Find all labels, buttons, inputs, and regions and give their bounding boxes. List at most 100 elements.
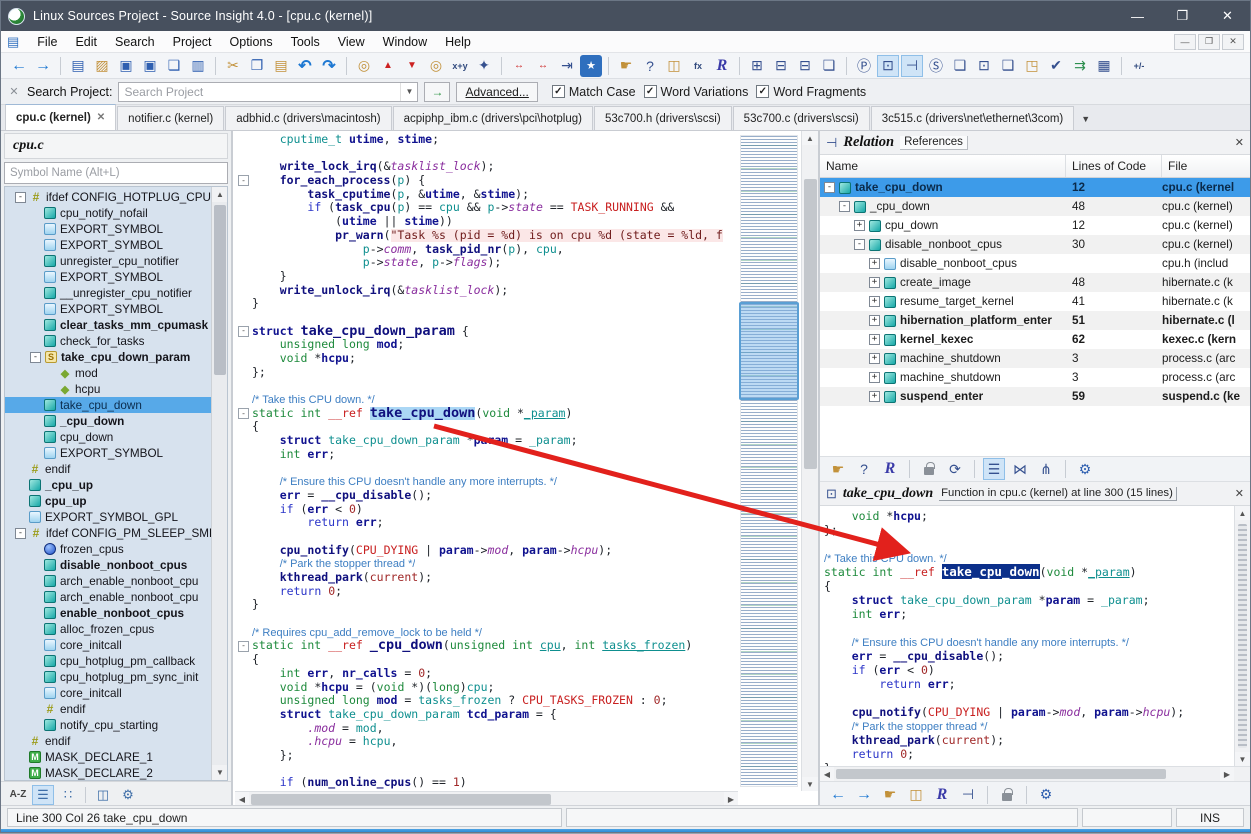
code-editor[interactable]: cputime_t utime, stime; write_lock_irq(&… — [235, 131, 818, 807]
relation-row-hibernation-platform-enter[interactable]: + hibernation_platform_enter 51 hibernate.c… — [820, 311, 1250, 330]
clip-window-button[interactable]: ❑ — [997, 55, 1019, 77]
save-button[interactable]: ▣ — [115, 55, 137, 77]
scroll-thumb[interactable] — [251, 794, 551, 805]
tree-expand-icon[interactable]: + — [869, 315, 880, 326]
search-files-button[interactable]: ◎ — [425, 55, 447, 77]
favorites-button[interactable]: ★ — [580, 54, 602, 77]
menu-view[interactable]: View — [329, 33, 374, 51]
symbol-item-cpu-hotplug-pm-callback[interactable]: cpu_hotplug_pm_callback — [5, 653, 211, 669]
symbol-item-endif[interactable]: # endif — [5, 733, 211, 749]
scroll-thumb[interactable] — [804, 179, 817, 469]
preview-horizontal-scrollbar[interactable]: ◀ ▶ — [820, 766, 1250, 781]
symbol-item-enable-nonboot-cpus[interactable]: enable_nonboot_cpus — [5, 605, 211, 621]
symbol-info-button[interactable]: ? — [639, 55, 661, 77]
tree-expand-icon[interactable]: + — [869, 353, 880, 364]
menu-search[interactable]: Search — [106, 33, 164, 51]
symbol-item-ifdef-config-hotplug-cpu[interactable]: - # ifdef CONFIG_HOTPLUG_CPU — [5, 189, 211, 205]
tree-expand-icon[interactable]: - — [854, 239, 865, 250]
fold-minus-icon[interactable]: - — [238, 640, 249, 652]
tab-cpu-c-kernel[interactable]: cpu.c (kernel) ✕ — [5, 104, 117, 130]
window-full-button[interactable]: ⊟ — [770, 55, 792, 77]
relation-close-icon[interactable]: ✕ — [1235, 136, 1244, 149]
view-groups-button[interactable]: ∷ — [57, 785, 79, 805]
cut-button[interactable]: ✂ — [222, 55, 244, 77]
new-file-button[interactable]: ▤ — [67, 55, 89, 77]
contents-book-button[interactable]: ◫ — [92, 785, 114, 805]
search-go-button[interactable]: → — [424, 81, 451, 102]
tab-53c700-c-drivers-scsi[interactable]: 53c700.c (drivers\scsi) — [732, 106, 870, 130]
generate-output-button[interactable]: ◳ — [1021, 55, 1043, 77]
settings-gear-button[interactable]: ⚙ — [1074, 458, 1096, 480]
view-graph-horizontal-button[interactable]: ⋈ — [1009, 458, 1031, 480]
scroll-up-icon[interactable]: ▲ — [212, 187, 227, 202]
save-as-button[interactable]: ▣ — [139, 55, 161, 77]
symbol-item-take-cpu-down[interactable]: take_cpu_down — [5, 397, 211, 413]
tree-expand-icon[interactable]: + — [869, 372, 880, 383]
minimize-button[interactable]: — — [1115, 1, 1160, 31]
relation-row-disable-nonboot-cpus[interactable]: + disable_nonboot_cpus cpu.h (includ — [820, 254, 1250, 273]
scroll-up-icon[interactable]: ▲ — [1235, 506, 1250, 520]
check-marks-button[interactable]: ✔ — [1045, 55, 1067, 77]
tree-expand-icon[interactable]: - — [839, 201, 850, 212]
option-word-fragments[interactable]: ✓ Word Fragments — [756, 85, 866, 99]
menu-tools[interactable]: Tools — [282, 33, 329, 51]
tree-expand-icon[interactable]: + — [869, 296, 880, 307]
search-backward-button[interactable]: ▼ — [401, 55, 423, 77]
menu-help[interactable]: Help — [436, 33, 480, 51]
browse-hand-button[interactable]: ☛ — [827, 458, 849, 480]
tab-3c515-c-drivers-net-ethernet-3com[interactable]: 3c515.c (drivers\net\ethernet\3com) — [870, 106, 1075, 130]
contents-book-button[interactable]: ◫ — [905, 784, 927, 806]
symbol-item-cpu-down[interactable]: _cpu_down — [5, 413, 211, 429]
relation-row-cpu-down[interactable]: - _cpu_down 48 cpu.c (kernel) — [820, 197, 1250, 216]
scroll-down-icon[interactable]: ▼ — [802, 777, 818, 791]
r-logo-button[interactable]: R — [711, 55, 733, 77]
scroll-down-icon[interactable]: ▼ — [212, 765, 227, 780]
compare-button[interactable]: ⇉ — [1069, 55, 1091, 77]
symbol-item-export-symbol[interactable]: EXPORT_SYMBOL — [5, 237, 211, 253]
symbol-item-cpu-hotplug-pm-sync-init[interactable]: cpu_hotplug_pm_sync_init — [5, 669, 211, 685]
parse-button[interactable]: Ⓟ — [853, 55, 875, 77]
symbol-item-arch-enable-nonboot-cpu[interactable]: arch_enable_nonboot_cpu — [5, 573, 211, 589]
settings-gear-button[interactable]: ⚙ — [1035, 784, 1057, 806]
symbol-item-check-for-tasks[interactable]: check_for_tasks — [5, 333, 211, 349]
fold-toggle[interactable]: - — [235, 174, 252, 188]
replace-button[interactable]: x+y — [449, 55, 471, 77]
tree-expand-icon[interactable]: - — [30, 351, 41, 363]
symbol-item-unregister-cpu-notifier[interactable]: unregister_cpu_notifier — [5, 253, 211, 269]
minimap[interactable] — [739, 135, 799, 787]
symbol-item-frozen-cpus[interactable]: frozen_cpus — [5, 541, 211, 557]
symbol-tree-scrollbar[interactable]: ▲ ▼ — [211, 187, 227, 780]
goto-definition-button[interactable]: ⇥ — [556, 55, 578, 77]
tab-acpiphp-ibm-c-drivers-pci-hotplug[interactable]: acpiphp_ibm.c (drivers\pci\hotplug) — [392, 106, 593, 130]
scroll-up-icon[interactable]: ▲ — [802, 131, 818, 145]
fold-minus-icon[interactable]: - — [238, 325, 249, 337]
search-project-input[interactable] — [119, 84, 401, 99]
symbol-item-unregister-cpu-notifier[interactable]: __unregister_cpu_notifier — [5, 285, 211, 301]
browse-hand-button[interactable]: ☛ — [879, 784, 901, 806]
symbol-item-core-initcall[interactable]: core_initcall — [5, 637, 211, 653]
redo-button[interactable]: ↷ — [318, 55, 340, 77]
relation-tab-references[interactable]: References — [900, 135, 968, 150]
symbol-item-cpu-up[interactable]: cpu_up — [5, 493, 211, 509]
lock-button[interactable] — [996, 784, 1018, 806]
symbol-item-disable-nonboot-cpus[interactable]: disable_nonboot_cpus — [5, 557, 211, 573]
tree-expand-icon[interactable]: + — [854, 220, 865, 231]
forward-button[interactable]: → — [32, 55, 54, 77]
option-word-variations[interactable]: ✓ Word Variations — [643, 85, 748, 99]
system-menu-icon[interactable]: ▤ — [7, 34, 19, 50]
symbol-item-export-symbol-gpl[interactable]: EXPORT_SYMBOL_GPL — [5, 509, 211, 525]
search-combo-dropdown-icon[interactable]: ▼ — [400, 82, 417, 101]
tree-expand-icon[interactable]: + — [869, 334, 880, 345]
column-name[interactable]: Name — [820, 155, 1066, 177]
tree-expand-icon[interactable]: - — [824, 182, 835, 193]
relation-row-suspend-enter[interactable]: + suspend_enter 59 suspend.c (ke — [820, 387, 1250, 406]
relation-view-button[interactable]: ⊣ — [957, 784, 979, 806]
scroll-right-icon[interactable]: ▶ — [1220, 767, 1234, 781]
menu-window[interactable]: Window — [374, 33, 436, 51]
symbol-doc-button[interactable]: ? — [853, 458, 875, 480]
back-button[interactable]: ← — [8, 55, 30, 77]
fold-minus-icon[interactable]: - — [238, 408, 249, 420]
layout-grid-button[interactable]: ▦ — [1093, 55, 1115, 77]
jump-back-link-button[interactable]: ↔ — [508, 55, 530, 77]
menu-options[interactable]: Options — [221, 33, 282, 51]
